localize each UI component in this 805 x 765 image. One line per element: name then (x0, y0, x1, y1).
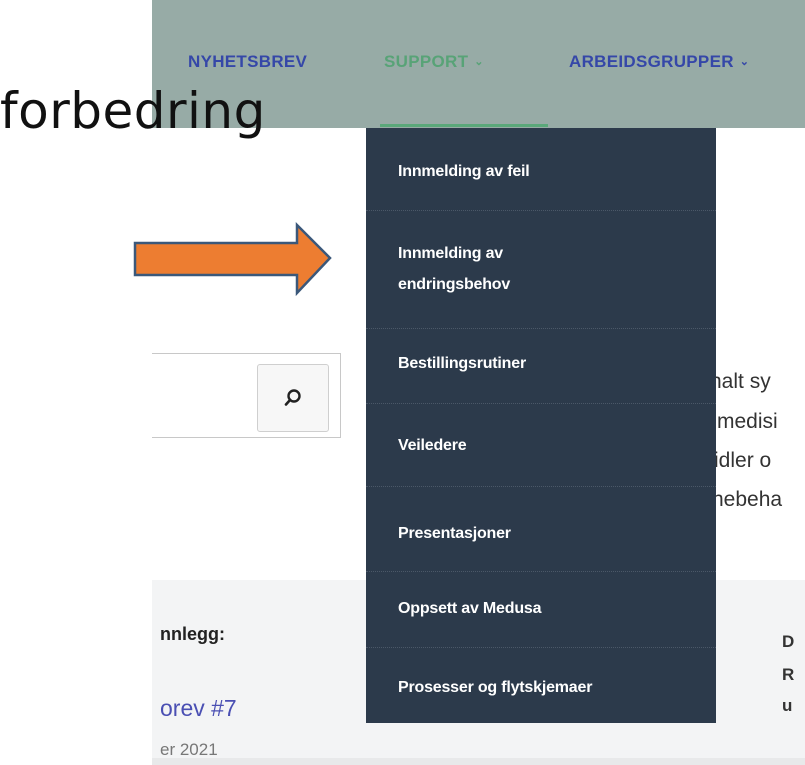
chevron-down-icon: ⌄ (739, 56, 750, 68)
body-text-fragment-part: medis (717, 410, 774, 433)
body-text-fragment: nalt sy (710, 370, 771, 393)
support-dropdown-menu: Innmelding av feil Innmelding av endring… (366, 128, 716, 723)
body-text-fragment: medisi (717, 410, 778, 434)
nav-item-support-label: SUPPORT (384, 52, 469, 71)
menu-item-innmelding-av-feil[interactable]: Innmelding av feil (366, 128, 716, 211)
menu-item-label: endringsbehov (398, 276, 511, 293)
nav-item-nyhetsbrev[interactable]: NYHETSBREV (188, 52, 307, 72)
menu-item-presentasjoner[interactable]: Presentasjoner (366, 486, 716, 572)
right-column-text: u (782, 696, 793, 715)
menu-item-label: Bestillingsrutiner (398, 355, 526, 372)
menu-item-veiledere[interactable]: Veiledere (366, 403, 716, 487)
nav-item-arbeidsgrupper[interactable]: ARBEIDSGRUPPER ⌄ (569, 52, 749, 72)
slide-title: forbedring (0, 82, 266, 140)
active-tab-indicator (380, 124, 548, 127)
menu-item-label: Innmelding av (398, 245, 503, 262)
menu-item-label: Veiledere (398, 437, 467, 454)
chevron-down-icon: ⌄ (474, 56, 484, 68)
body-text-fragment: nebeha (712, 488, 783, 511)
menu-item-bestillingsrutiner[interactable]: Bestillingsrutiner (366, 328, 716, 404)
search-button[interactable] (257, 364, 329, 432)
sidebar-date: er 2021 (160, 740, 218, 759)
menu-item-label: Prosesser og flytskjemaer (398, 679, 593, 696)
right-column-text: D (782, 632, 795, 651)
menu-item-label: Innmelding av feil (398, 163, 530, 180)
menu-item-oppsett-av-medusa[interactable]: Oppsett av Medusa (366, 571, 716, 648)
menu-item-label: Presentasjoner (398, 525, 511, 542)
search-icon (284, 389, 301, 406)
sidebar-link[interactable]: orev #7 (160, 695, 237, 722)
sidebar-heading: nnlegg: (160, 624, 225, 644)
bottom-divider (152, 758, 805, 765)
menu-item-label: Oppsett av Medusa (398, 600, 542, 617)
nav-item-arbeidsgrupper-label: ARBEIDSGRUPPER (569, 52, 734, 71)
menu-item-innmelding-av-endringsbehov[interactable]: Innmelding av endringsbehov (366, 210, 716, 329)
right-column-text: R (782, 665, 795, 684)
body-text-fragment-highlight: i (773, 410, 778, 433)
body-text-fragment: idler o (714, 449, 772, 472)
nav-item-support[interactable]: SUPPORT ⌄ (384, 52, 484, 72)
menu-item-prosesser-og-flytskjemaer[interactable]: Prosesser og flytskjemaer (366, 647, 716, 723)
